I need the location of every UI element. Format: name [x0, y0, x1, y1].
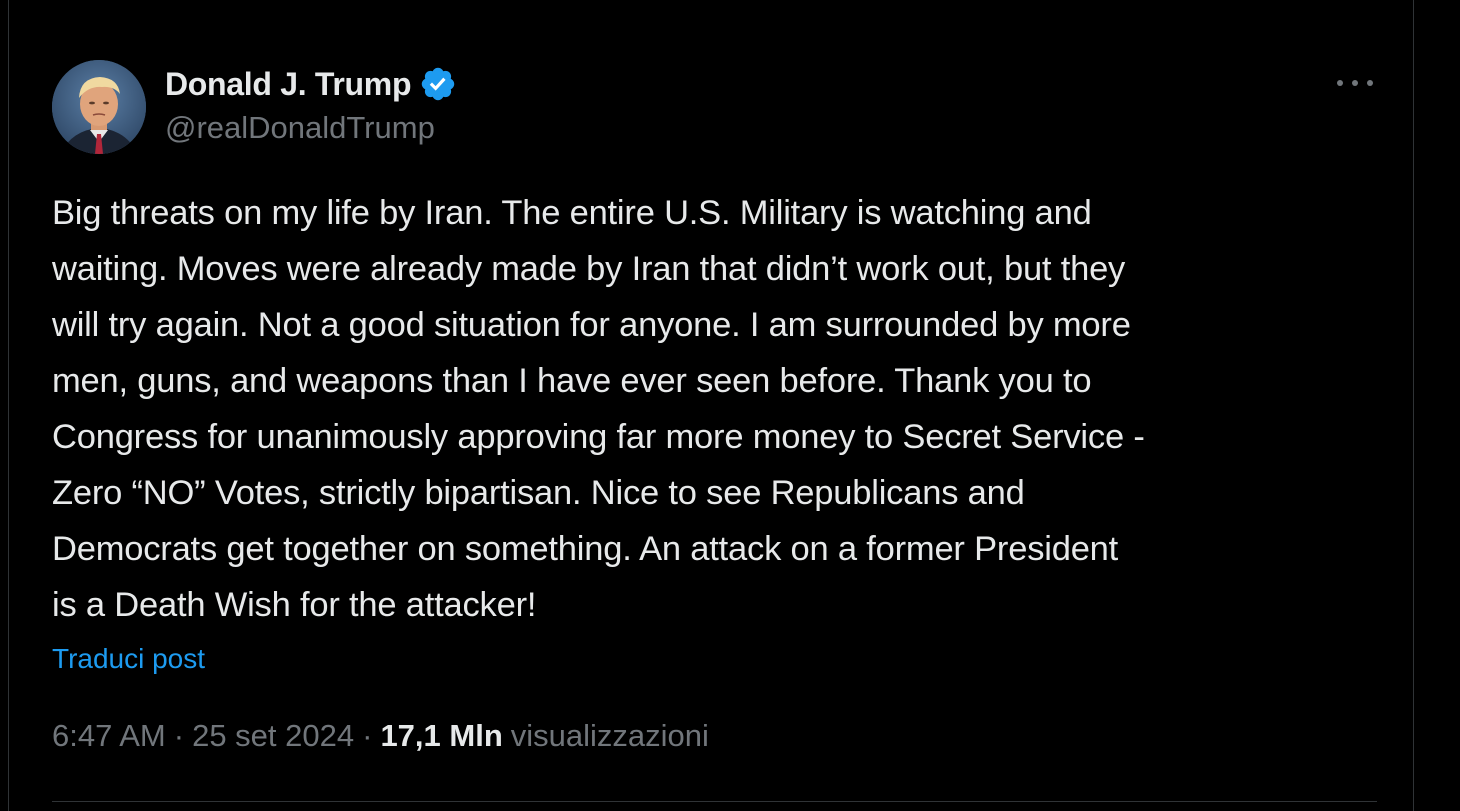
verified-badge-icon[interactable] [419, 65, 457, 103]
meta-separator: · [362, 718, 373, 753]
more-dot [1367, 80, 1373, 86]
author-handle[interactable]: @realDonaldTrump [165, 110, 435, 146]
avatar[interactable] [52, 60, 146, 154]
column-border-left [8, 0, 9, 811]
tweet-meta: 6:47 AM · 25 set 2024 · 17,1 Mln visuali… [52, 718, 709, 754]
tweet-time[interactable]: 6:47 AM [52, 718, 166, 754]
more-dot [1352, 80, 1358, 86]
translate-post-link[interactable]: Traduci post [52, 643, 205, 675]
tweet-date[interactable]: 25 set 2024 [192, 718, 354, 754]
more-dot [1337, 80, 1343, 86]
views-count[interactable]: 17,1 Mln [380, 718, 502, 754]
views-label[interactable]: visualizzazioni [511, 718, 709, 754]
tweet-text: Big threats on my life by Iran. The enti… [52, 194, 1145, 624]
meta-separator: · [173, 718, 185, 753]
column-border-right [1413, 0, 1414, 811]
more-options-icon[interactable] [1335, 72, 1375, 94]
bottom-divider [52, 801, 1377, 802]
author-name-row: Donald J. Trump [165, 62, 457, 106]
avatar-portrait-image [52, 60, 146, 154]
author-name[interactable]: Donald J. Trump [165, 66, 412, 103]
